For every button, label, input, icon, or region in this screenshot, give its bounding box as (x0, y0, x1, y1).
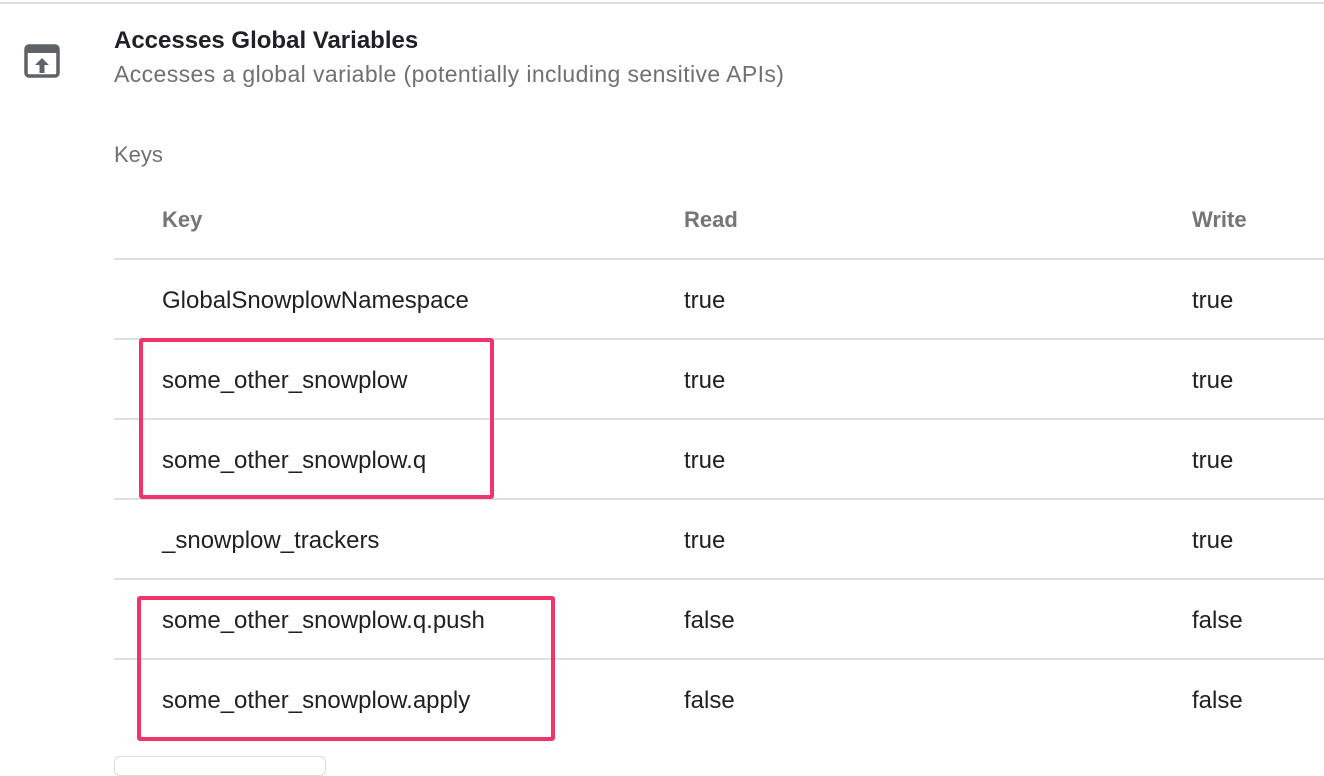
read-cell: true (684, 447, 726, 474)
read-cell: true (684, 527, 726, 554)
table-header: Key Read Write (114, 180, 1324, 260)
highlight-box-2 (137, 596, 555, 741)
write-cell: true (1192, 447, 1234, 474)
write-cell: true (1192, 527, 1234, 554)
write-cell: false (1192, 607, 1243, 634)
table-row: GlobalSnowplowNamespace true true (114, 260, 1324, 340)
highlight-box-1 (139, 338, 494, 499)
read-cell: true (684, 287, 726, 314)
read-cell: false (684, 687, 735, 714)
read-cell: false (684, 607, 735, 634)
permission-title: Accesses Global Variables (114, 27, 419, 54)
key-cell: GlobalSnowplowNamespace (162, 287, 469, 314)
table-row: _snowplow_trackers true true (114, 500, 1324, 580)
key-cell: _snowplow_trackers (162, 527, 380, 554)
header-key: Key (162, 207, 203, 232)
write-cell: false (1192, 687, 1243, 714)
keys-label: Keys (114, 142, 163, 167)
write-cell: true (1192, 367, 1234, 394)
permission-description: Accesses a global variable (potentially … (114, 61, 785, 87)
partial-button[interactable] (114, 756, 326, 776)
header-write: Write (1192, 207, 1247, 232)
read-cell: true (684, 367, 726, 394)
write-cell: true (1192, 287, 1234, 314)
top-divider (0, 2, 1324, 4)
header-read: Read (684, 207, 738, 232)
open-in-new-icon (24, 44, 60, 78)
